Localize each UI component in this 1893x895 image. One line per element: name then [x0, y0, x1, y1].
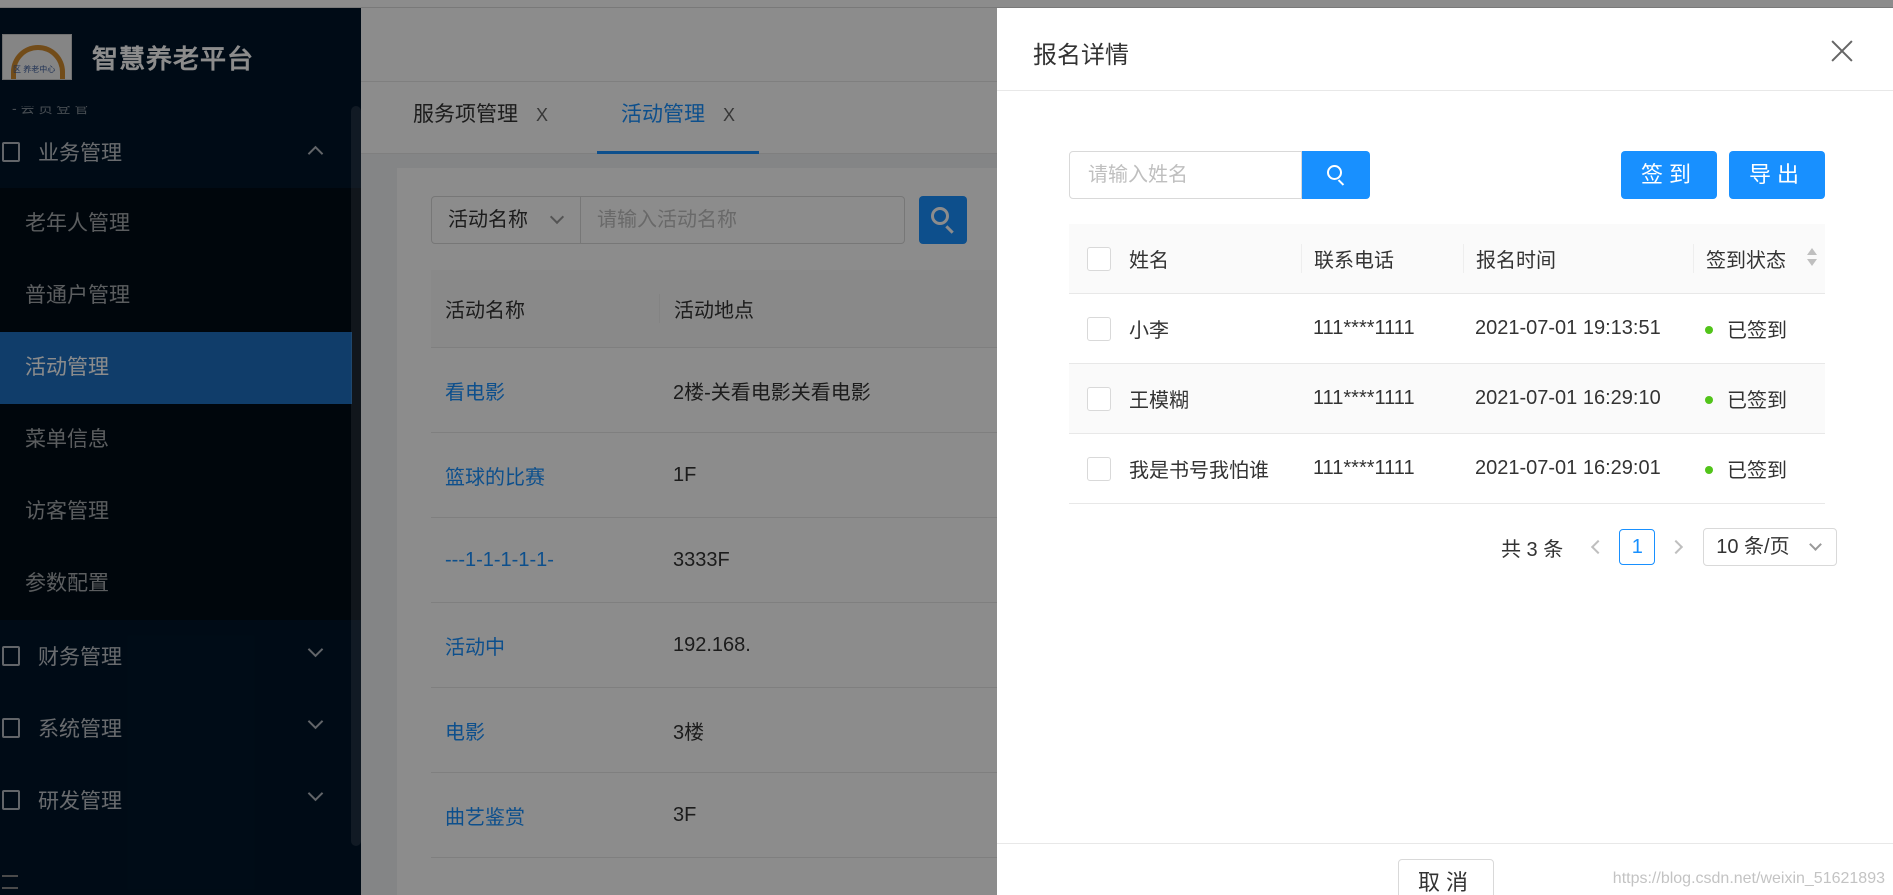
table-header: 姓名 联系电话 报名时间 签到状态 [1069, 224, 1825, 294]
drawer-header: 报名详情 [997, 8, 1893, 91]
column-header-status[interactable]: 签到状态 [1693, 244, 1825, 273]
cancel-button[interactable]: 取消 [1398, 859, 1494, 895]
status-badge: 已签到 [1693, 384, 1825, 413]
signup-table: 姓名 联系电话 报名时间 签到状态 小李 111****1111 2021-07… [1069, 224, 1825, 504]
drawer-title: 报名详情 [1033, 42, 1129, 69]
row-checkbox[interactable] [1069, 316, 1129, 341]
close-icon[interactable] [1831, 40, 1853, 62]
pagination: 共 3 条 1 10 条/页 [1501, 528, 1838, 566]
export-button[interactable]: 导出 [1729, 151, 1825, 199]
success-dot [1705, 325, 1713, 334]
column-header-name: 姓名 [1129, 250, 1169, 272]
page-number[interactable]: 1 [1619, 529, 1656, 565]
column-header-phone: 联系电话 [1301, 244, 1463, 273]
prev-page-icon[interactable] [1591, 539, 1606, 555]
success-dot [1705, 465, 1713, 474]
success-dot [1705, 395, 1713, 404]
row-checkbox[interactable] [1069, 456, 1129, 481]
chevron-down-icon [1809, 538, 1823, 551]
column-header-time: 报名时间 [1463, 244, 1693, 273]
select-all-checkbox[interactable] [1069, 246, 1129, 271]
status-badge: 已签到 [1693, 454, 1825, 483]
sign-in-button[interactable]: 签到 [1621, 151, 1717, 199]
name-search: 请输入姓名 [1069, 151, 1370, 199]
sort-icon[interactable] [1807, 248, 1817, 268]
signup-details-drawer: 报名详情 请输入姓名 签到 导出 姓名 联系电话 报名时间 签到状态 小李 11… [997, 8, 1893, 895]
name-search-input[interactable]: 请输入姓名 [1069, 151, 1302, 199]
table-row: 小李 111****1111 2021-07-01 19:13:51 已签到 [1069, 294, 1825, 364]
row-checkbox[interactable] [1069, 386, 1129, 411]
next-page-icon[interactable] [1669, 539, 1684, 555]
table-row: 我是书号我怕谁 111****1111 2021-07-01 16:29:01 … [1069, 434, 1825, 504]
total-count: 共 3 条 [1501, 538, 1564, 561]
table-row: 王模糊 111****1111 2021-07-01 16:29:10 已签到 [1069, 364, 1825, 434]
name-search-button[interactable] [1302, 151, 1370, 199]
status-badge: 已签到 [1693, 314, 1825, 343]
search-icon [1327, 165, 1342, 180]
page-size-select[interactable]: 10 条/页 [1703, 528, 1838, 566]
watermark: https://blog.csdn.net/weixin_51621893 [1612, 870, 1885, 887]
